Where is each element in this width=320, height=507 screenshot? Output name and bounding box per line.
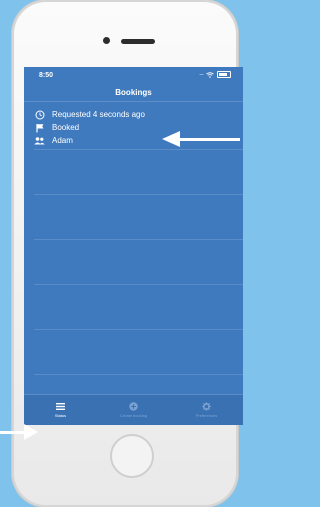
clock-icon — [34, 109, 45, 120]
list-divider — [34, 374, 243, 375]
earpiece-speaker — [121, 39, 155, 44]
booking-requested-row: Requested 4 seconds ago — [24, 108, 243, 121]
person-name-text: Adam — [52, 136, 73, 145]
list-divider — [34, 194, 243, 195]
tab-label: Status — [54, 413, 67, 418]
callout-arrow-head — [162, 131, 180, 147]
tab-create-booking[interactable]: Create booking — [97, 395, 170, 425]
list-icon — [56, 402, 65, 411]
wifi-icon — [206, 71, 214, 78]
tab-label: Create booking — [119, 413, 148, 418]
gear-icon — [202, 402, 211, 411]
app-screen: 8:50 ···· Bookings Requested 4 seconds a… — [24, 67, 243, 425]
requested-text: Requested 4 seconds ago — [52, 110, 145, 119]
list-divider — [34, 149, 243, 150]
tab-status[interactable]: Status — [24, 395, 97, 425]
status-time: 8:50 — [39, 72, 54, 79]
callout-arrow-shaft — [180, 138, 240, 141]
app-preview-canvas: { "status_bar": { "time": "8:50" }, "nav… — [0, 0, 250, 507]
list-divider — [34, 329, 243, 330]
page-title: Bookings — [24, 85, 243, 102]
tab-preferences[interactable]: Preferences — [170, 395, 243, 425]
list-divider — [34, 284, 243, 285]
battery-icon — [217, 71, 231, 78]
booking-status-row: Booked — [24, 121, 243, 134]
flag-icon — [34, 122, 45, 133]
list-divider — [34, 239, 243, 240]
people-icon — [34, 135, 45, 146]
plus-circle-icon — [129, 402, 138, 411]
status-bar: 8:50 ···· — [24, 67, 243, 85]
tab-label: Preferences — [195, 413, 218, 418]
system-icons: ···· — [199, 71, 231, 78]
home-button[interactable] — [110, 434, 154, 478]
tab-bar: Status Create booking Preferences — [24, 394, 243, 425]
front-camera — [103, 37, 110, 44]
signal-icon: ···· — [199, 71, 204, 78]
callout-arrow-head — [24, 424, 38, 440]
booking-status-text: Booked — [52, 123, 80, 132]
